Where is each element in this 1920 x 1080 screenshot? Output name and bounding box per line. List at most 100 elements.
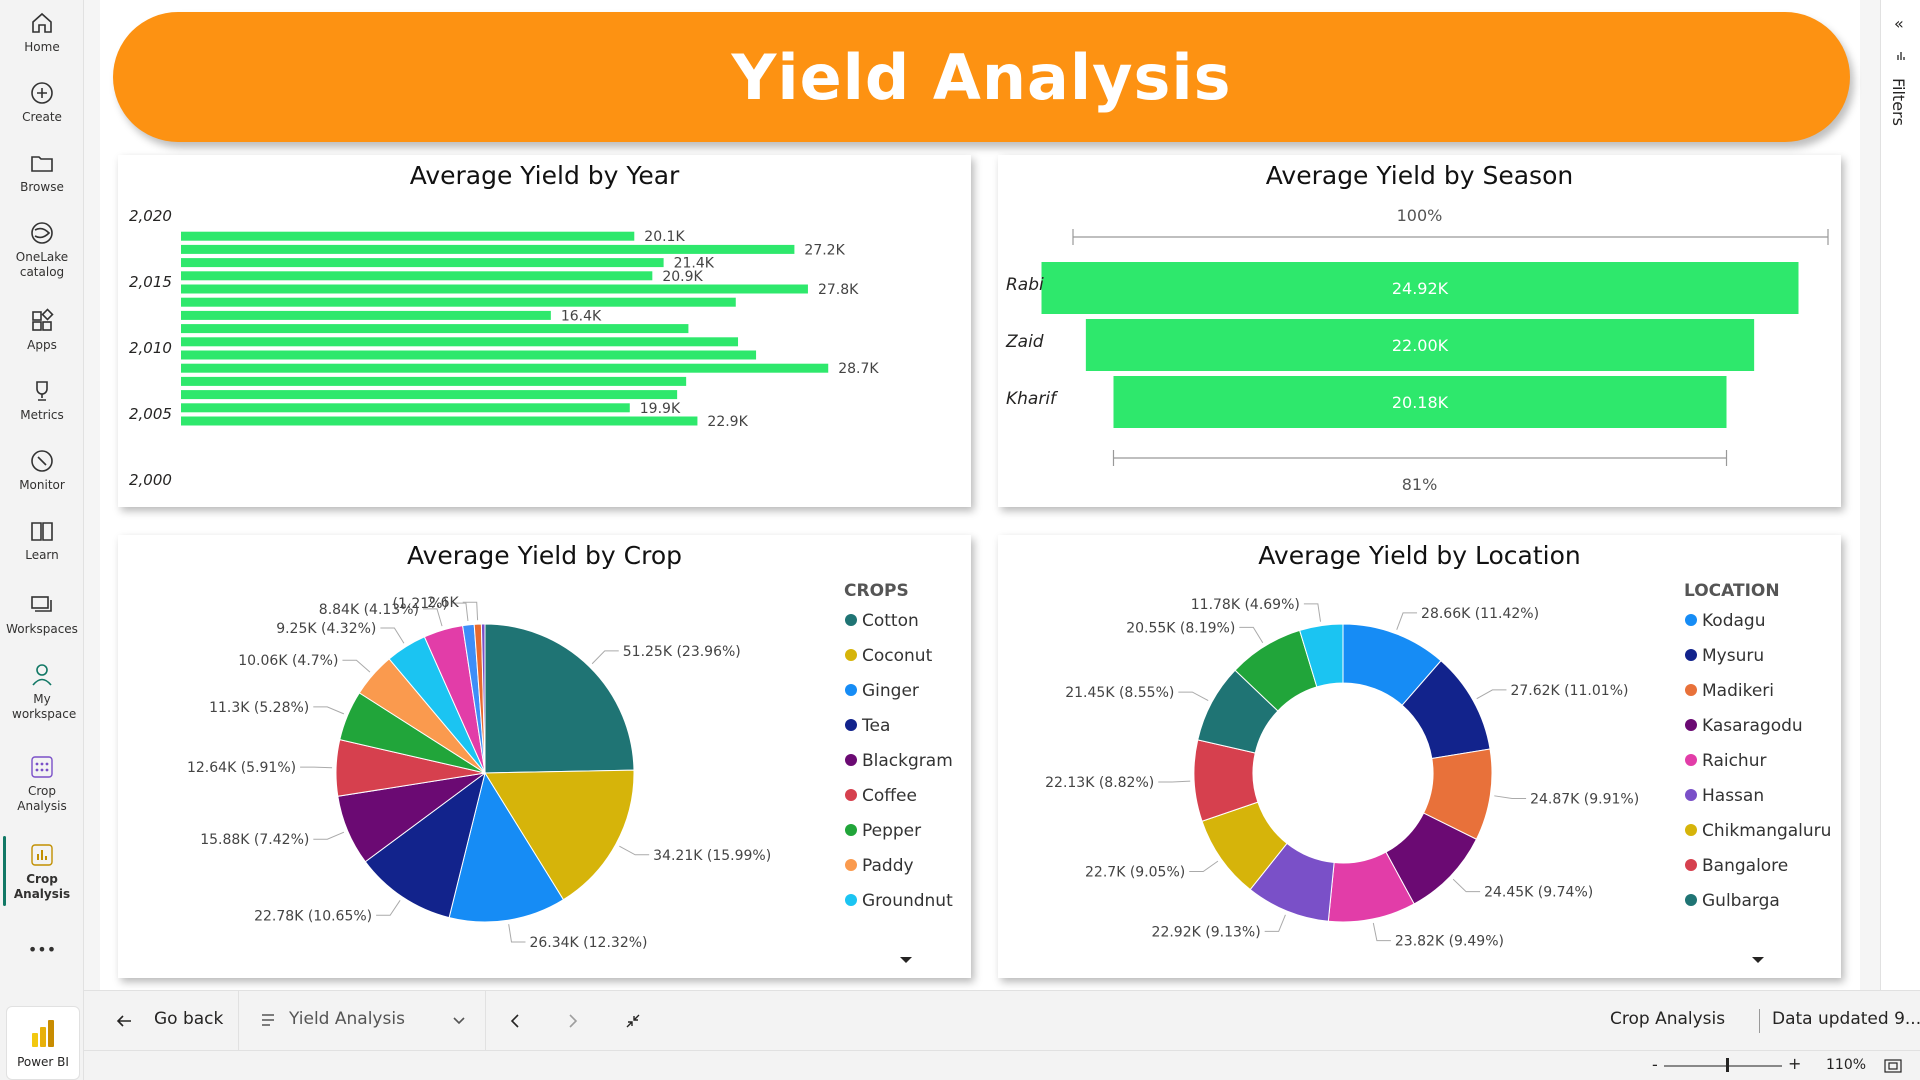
leader-line bbox=[591, 650, 619, 665]
next-page-icon[interactable] bbox=[566, 1013, 580, 1029]
legend-item: Cotton bbox=[862, 611, 919, 631]
chevron-down-icon[interactable] bbox=[452, 1016, 466, 1026]
chart-card-year[interactable]: Average Yield by Year 2,020 2,015 2,010 … bbox=[118, 155, 971, 507]
home-icon bbox=[32, 12, 52, 33]
powerbi-logo-icon bbox=[32, 1020, 54, 1047]
bar-data-label: 27.2K bbox=[804, 242, 845, 258]
slice-data-label: 11.3K (5.28%) bbox=[209, 700, 309, 716]
bar-data-label: 19.9K bbox=[640, 401, 681, 417]
back-arrow-icon[interactable] bbox=[114, 1011, 134, 1031]
legend-dot bbox=[845, 684, 857, 696]
nav-create[interactable]: Create bbox=[0, 80, 84, 125]
slice[interactable] bbox=[484, 623, 635, 774]
leader-line bbox=[1476, 689, 1507, 700]
legend-dot bbox=[845, 649, 857, 661]
legend-scroll-down-icon[interactable] bbox=[1750, 955, 1766, 965]
slice-data-label: 34.21K (15.99%) bbox=[653, 848, 771, 864]
nav-label: My workspace bbox=[12, 692, 77, 721]
nav-label: Apps bbox=[27, 338, 57, 352]
apps-icon bbox=[32, 308, 54, 331]
year-bar[interactable] bbox=[181, 390, 678, 400]
powerbi-switcher[interactable]: Power BI bbox=[6, 1006, 80, 1080]
report-icon bbox=[31, 844, 53, 866]
bar-data-label: 27.8K bbox=[818, 282, 859, 298]
go-back-button[interactable]: Go back bbox=[154, 1009, 223, 1029]
filters-label: Filters bbox=[1889, 78, 1908, 126]
nav-apps[interactable]: Apps bbox=[0, 308, 84, 353]
fit-to-window-icon[interactable] bbox=[1884, 1059, 1902, 1073]
zoom-in-icon[interactable]: + bbox=[1788, 1054, 1801, 1073]
year-bar[interactable] bbox=[181, 363, 829, 373]
year-bar[interactable] bbox=[181, 310, 551, 320]
nav-learn[interactable]: Learn bbox=[0, 518, 84, 563]
legend-dot bbox=[1685, 859, 1697, 871]
nav-label: Create bbox=[22, 110, 62, 124]
leader-line bbox=[1239, 626, 1264, 644]
year-bar[interactable] bbox=[181, 376, 687, 386]
filter-icon bbox=[1897, 52, 1905, 60]
powerbi-label: Power BI bbox=[17, 1055, 69, 1069]
nav-browse[interactable]: Browse bbox=[0, 150, 84, 195]
legend-item: Bangalore bbox=[1702, 856, 1788, 876]
more-icon[interactable]: ••• bbox=[0, 940, 84, 960]
leader-line bbox=[1189, 860, 1219, 873]
year-bar[interactable] bbox=[181, 271, 653, 281]
chart-card-season[interactable]: Average Yield by Season 100% 81% 24.92K R… bbox=[998, 155, 1841, 507]
legend-item: Tea bbox=[861, 716, 890, 736]
leader-line bbox=[619, 845, 650, 856]
collapse-filters-icon[interactable]: « bbox=[1894, 14, 1904, 33]
year-bar[interactable] bbox=[181, 324, 689, 334]
report-name: Crop Analysis bbox=[1610, 1009, 1726, 1029]
previous-page-icon[interactable] bbox=[508, 1013, 522, 1029]
legend-dot bbox=[845, 719, 857, 731]
leader-line bbox=[1396, 612, 1418, 630]
slice-data-label: 51.25K (23.96%) bbox=[623, 644, 741, 660]
fit-page-icon[interactable] bbox=[625, 1013, 641, 1029]
zoom-out-icon[interactable]: - bbox=[1652, 1055, 1658, 1074]
nav-crop-analysis-workspace[interactable]: Crop Analysis bbox=[0, 754, 84, 814]
page-selector[interactable]: Yield Analysis bbox=[289, 1009, 405, 1029]
year-bar[interactable] bbox=[181, 231, 635, 241]
slice-data-label: 24.45K (9.74%) bbox=[1484, 885, 1593, 901]
legend-dot bbox=[1685, 719, 1697, 731]
nav-label: Metrics bbox=[20, 408, 64, 422]
year-bar[interactable] bbox=[181, 416, 698, 426]
nav-crop-analysis-report[interactable]: Crop Analysis bbox=[0, 842, 84, 902]
nav-my-workspace[interactable]: My workspace bbox=[0, 662, 84, 722]
zoom-slider[interactable] bbox=[1664, 1065, 1782, 1067]
chart-card-crop[interactable]: Average Yield by Crop CROPS 51.25K (23.9… bbox=[118, 535, 971, 978]
leader-line bbox=[313, 831, 345, 840]
slice-data-label: 28.66K (11.42%) bbox=[1421, 606, 1539, 622]
year-bar[interactable] bbox=[181, 244, 795, 254]
year-bar[interactable] bbox=[181, 297, 736, 307]
year-bar[interactable] bbox=[181, 350, 757, 360]
folder-icon bbox=[31, 156, 53, 172]
legend-dot bbox=[1685, 824, 1697, 836]
data-updated-status[interactable]: Data updated 9... bbox=[1772, 1009, 1920, 1029]
nav-workspaces[interactable]: Workspaces bbox=[0, 592, 84, 637]
year-bar[interactable] bbox=[181, 403, 630, 413]
slice-data-label: 10.06K (4.7%) bbox=[238, 653, 338, 669]
slice-data-label: 22.78K (10.65%) bbox=[254, 908, 372, 924]
nav-metrics[interactable]: Metrics bbox=[0, 378, 84, 423]
filters-pane[interactable]: « Filters bbox=[1880, 0, 1920, 990]
nav-monitor[interactable]: Monitor bbox=[0, 448, 84, 493]
bar-data-label: 20.1K bbox=[644, 229, 685, 245]
legend-item: Kodagu bbox=[1702, 611, 1765, 631]
nav-onelake[interactable]: OneLake catalog bbox=[0, 220, 84, 280]
year-bar[interactable] bbox=[181, 284, 808, 294]
legend-dot bbox=[845, 754, 857, 766]
year-bar[interactable] bbox=[181, 258, 664, 268]
nav-home[interactable]: Home bbox=[0, 10, 84, 55]
season-category-label: Rabi bbox=[1006, 275, 1044, 295]
legend-scroll-down-icon[interactable] bbox=[898, 955, 914, 965]
year-bar[interactable] bbox=[181, 337, 739, 347]
legend-dot bbox=[1685, 894, 1697, 906]
leader-line bbox=[508, 924, 526, 943]
zoom-slider-thumb[interactable] bbox=[1726, 1058, 1729, 1072]
status-bar: - + 110% bbox=[84, 1050, 1920, 1080]
season-category-label: Zaid bbox=[1005, 332, 1044, 352]
legend-dot bbox=[845, 614, 857, 626]
plus-circle-icon bbox=[31, 82, 53, 104]
chart-card-location[interactable]: Average Yield by Location LOCATION 28.66… bbox=[998, 535, 1841, 978]
